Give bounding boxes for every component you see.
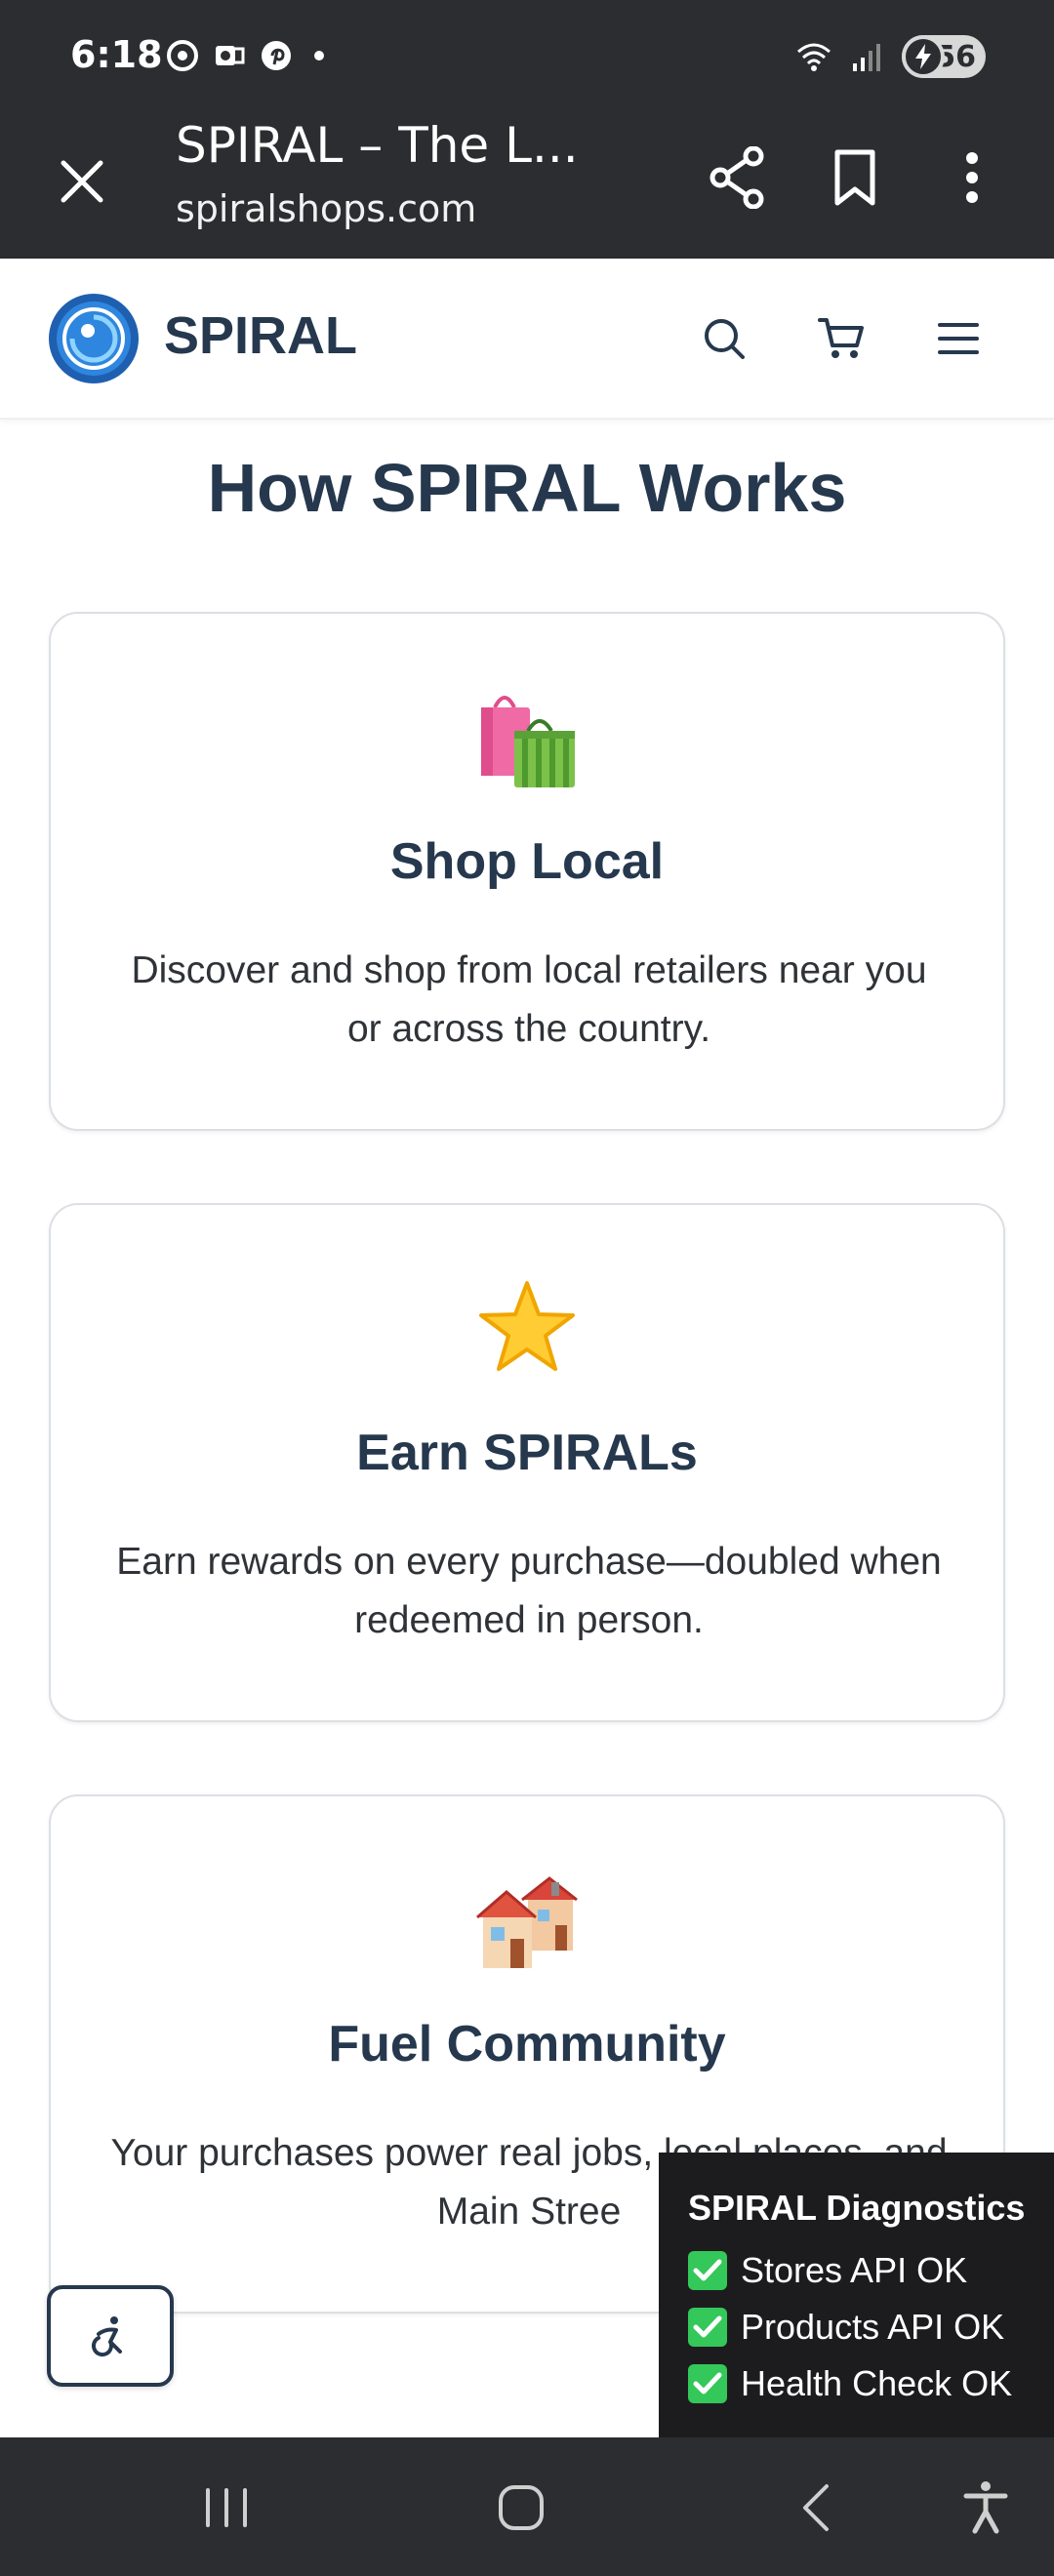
- diagnostics-panel: SPIRAL Diagnostics Stores API OK Product…: [659, 2153, 1054, 2437]
- shopping-bags-icon: [51, 688, 1003, 795]
- share-icon: [709, 146, 764, 209]
- card-title: Fuel Community: [328, 2016, 726, 2073]
- status-bar: 6:18 56: [0, 0, 1054, 115]
- more-notifications-dot: [314, 51, 324, 60]
- accessibility-person-icon: [963, 2481, 1008, 2534]
- section-title: How SPIRAL Works: [207, 450, 847, 526]
- charging-icon: [902, 35, 945, 78]
- recent-apps-icon: [206, 2488, 247, 2527]
- bookmark-button[interactable]: [820, 142, 890, 213]
- card-description: Discover and shop from local retailers n…: [131, 949, 927, 1050]
- back-button[interactable]: [777, 2469, 855, 2547]
- accessibility-button[interactable]: [47, 2285, 174, 2387]
- houses-icon: [51, 1871, 1003, 1978]
- bookmark-icon: [834, 149, 875, 206]
- diagnostics-item-label: Stores API OK: [741, 2250, 968, 2290]
- accessibility-icon: [91, 2316, 122, 2357]
- chrome-icon: [167, 40, 198, 71]
- diagnostics-title: SPIRAL Diagnostics: [688, 2188, 1026, 2228]
- close-tab-button[interactable]: [51, 150, 113, 213]
- signal-icon: [853, 44, 880, 71]
- wifi-icon: [797, 43, 831, 71]
- more-options-button[interactable]: [937, 142, 1007, 213]
- search-icon: [705, 319, 745, 359]
- diagnostics-item-label: Products API OK: [741, 2307, 1005, 2347]
- home-button[interactable]: [482, 2469, 560, 2547]
- share-button[interactable]: [703, 142, 773, 213]
- search-button[interactable]: [689, 303, 759, 374]
- check-icon: [688, 2308, 727, 2347]
- feature-card-earn-spirals: Earn SPIRALs Earn rewards on every purch…: [49, 1203, 1005, 1722]
- pinterest-icon: [262, 41, 291, 70]
- diagnostics-item: Stores API OK: [688, 2242, 1054, 2299]
- page-url[interactable]: spiralshops.com: [176, 187, 476, 230]
- feature-card-shop-local: Shop Local Discover and shop from local …: [49, 612, 1005, 1131]
- hamburger-menu-icon: [938, 323, 979, 354]
- brand-name[interactable]: SPIRAL: [164, 305, 357, 366]
- card-description: Earn rewards on every purchase—doubled w…: [116, 1541, 942, 1641]
- home-icon: [499, 2485, 544, 2530]
- close-icon: [61, 160, 103, 203]
- diagnostics-item: Health Check OK: [688, 2355, 1054, 2412]
- outlook-icon: [216, 46, 245, 65]
- check-icon: [688, 2251, 727, 2290]
- page-title: SPIRAL – The L...: [176, 117, 579, 174]
- notification-icons: [166, 39, 324, 72]
- star-icon: [51, 1279, 1003, 1387]
- check-icon: [688, 2364, 727, 2403]
- menu-button[interactable]: [923, 303, 993, 374]
- status-time: 6:18: [70, 33, 163, 76]
- site-header: SPIRAL: [0, 259, 1054, 420]
- card-title: Earn SPIRALs: [356, 1425, 698, 1481]
- diagnostics-item-label: Health Check OK: [741, 2363, 1013, 2403]
- spiral-logo-icon[interactable]: [47, 292, 141, 385]
- accessibility-shortcut-button[interactable]: [947, 2469, 1025, 2547]
- cart-icon: [818, 318, 864, 358]
- diagnostics-item: Products API OK: [688, 2299, 1054, 2355]
- cart-button[interactable]: [806, 303, 876, 374]
- card-title: Shop Local: [389, 833, 665, 890]
- system-nav-bar: [0, 2437, 1054, 2576]
- more-vertical-icon: [966, 152, 978, 203]
- recent-apps-button[interactable]: [187, 2469, 265, 2547]
- browser-toolbar: SPIRAL – The L... spiralshops.com: [0, 115, 1054, 259]
- battery-indicator: 56: [902, 35, 986, 78]
- back-icon: [803, 2484, 829, 2531]
